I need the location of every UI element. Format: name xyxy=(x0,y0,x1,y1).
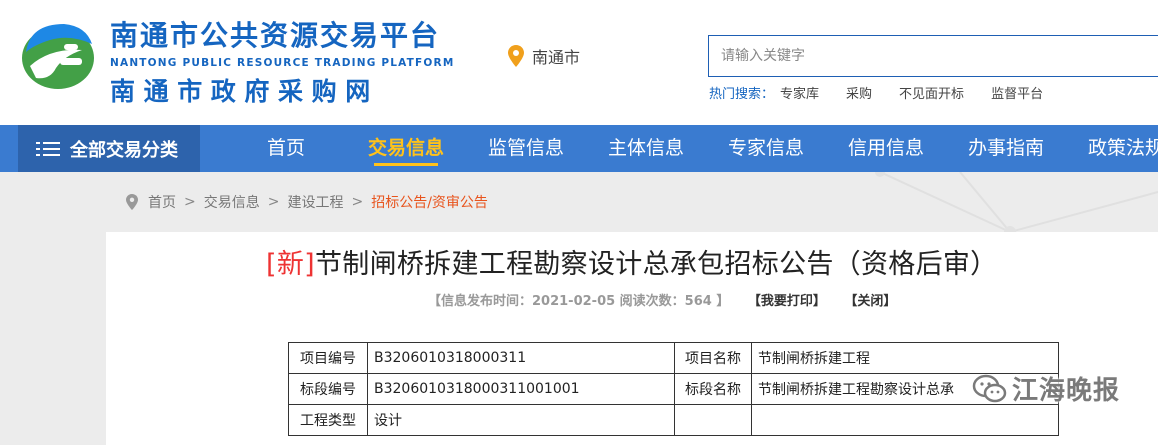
hot-search-item[interactable]: 采购 xyxy=(846,83,872,102)
hot-search-label: 热门搜索： xyxy=(709,87,775,102)
publish-info: 【信息发布时间：2021-02-05 阅读次数：564 】 xyxy=(428,294,730,309)
article-meta: 【信息发布时间：2021-02-05 阅读次数：564 】 【我要打印】 【关闭… xyxy=(428,290,896,309)
table-cell-label: 标段编号 xyxy=(288,373,368,405)
nav-item-trading-info[interactable]: 交易信息 xyxy=(346,125,466,172)
location-pin-icon xyxy=(508,45,524,67)
table-row: 项目编号 B3206010318000311 项目名称 节制闸桥拆建工程 xyxy=(288,342,1059,374)
logo-text[interactable]: 南通市公共资源交易平台 NANTONG PUBLIC RESOURCE TRAD… xyxy=(110,14,454,108)
logo-mark-icon[interactable] xyxy=(20,18,96,90)
search-input[interactable] xyxy=(709,36,1158,76)
nav-item-home[interactable]: 首页 xyxy=(226,125,346,172)
breadcrumb-trading-info[interactable]: 交易信息 xyxy=(204,192,260,212)
hot-search-item[interactable]: 监督平台 xyxy=(991,83,1043,102)
watermark-text: 江海晚报 xyxy=(1012,376,1121,406)
nav-item-policy[interactable]: 政策法规 xyxy=(1066,125,1158,172)
table-cell-value: B3206010318000311001001 xyxy=(367,373,675,405)
table-cell-label: 项目编号 xyxy=(288,342,368,374)
wechat-icon xyxy=(972,374,1007,402)
logo-title: 南通市公共资源交易平台 xyxy=(110,19,441,52)
breadcrumb-construction[interactable]: 建设工程 xyxy=(287,192,343,212)
hot-search-item[interactable]: 不见面开标 xyxy=(899,83,964,102)
hot-search: 热门搜索： 专家库 采购 不见面开标 监督平台 xyxy=(709,83,1070,102)
table-cell-value: 设计 xyxy=(367,404,675,436)
table-cell-label xyxy=(674,404,752,436)
nav-item-expert-info[interactable]: 专家信息 xyxy=(706,125,826,172)
site-header: 南通市公共资源交易平台 NANTONG PUBLIC RESOURCE TRAD… xyxy=(0,0,1158,125)
table-cell-label: 标段名称 xyxy=(674,373,752,405)
breadcrumb-separator: > xyxy=(351,194,364,210)
all-categories-label: 全部交易分类 xyxy=(70,139,178,161)
table-row: 工程类型 设计 xyxy=(288,404,1059,436)
nav-item-supervision-info[interactable]: 监管信息 xyxy=(466,125,586,172)
table-cell-value xyxy=(751,404,1059,436)
nav-item-credit-info[interactable]: 信用信息 xyxy=(826,125,946,172)
article-card: [新]节制闸桥拆建工程勘察设计总承包招标公告（资格后审） 【信息发布时间：202… xyxy=(106,232,1158,445)
logo-english-title: NANTONG PUBLIC RESOURCE TRADING PLATFORM xyxy=(110,57,455,69)
breadcrumb-home[interactable]: 首页 xyxy=(148,192,176,212)
watermark: 江海晚报 xyxy=(972,370,1120,407)
location-label: 南通市 xyxy=(532,48,581,67)
table-cell-value: 节制闸桥拆建工程 xyxy=(751,342,1059,374)
menu-list-icon xyxy=(36,140,60,158)
breadcrumb-separator: > xyxy=(184,194,196,210)
article-title: [新]节制闸桥拆建工程勘察设计总承包招标公告（资格后审） xyxy=(266,242,997,281)
project-info-table: 项目编号 B3206010318000311 项目名称 节制闸桥拆建工程 标段编… xyxy=(288,342,1059,436)
all-categories-button[interactable]: 全部交易分类 xyxy=(18,125,200,172)
location-selector[interactable]: 南通市 xyxy=(508,44,580,68)
table-cell-label: 项目名称 xyxy=(674,342,752,374)
search-box xyxy=(708,35,1158,77)
table-row: 标段编号 B3206010318000311001001 标段名称 节制闸桥拆建… xyxy=(288,373,1059,405)
breadcrumb-current: 招标公告/资审公告 xyxy=(371,195,488,211)
hot-search-item[interactable]: 专家库 xyxy=(780,83,819,102)
breadcrumb-pin-icon xyxy=(126,194,138,210)
table-cell-value: B3206010318000311 xyxy=(367,342,675,374)
logo-subtitle: 南通市政府采购网 xyxy=(110,77,379,106)
article-title-text: 节制闸桥拆建工程勘察设计总承包招标公告（资格后审） xyxy=(314,249,998,280)
nav-item-entity-info[interactable]: 主体信息 xyxy=(586,125,706,172)
nav-item-guide[interactable]: 办事指南 xyxy=(946,125,1066,172)
breadcrumb: 首页 > 交易信息 > 建设工程 > 招标公告/资审公告 xyxy=(126,192,488,212)
breadcrumb-separator: > xyxy=(267,194,280,210)
print-button[interactable]: 【我要打印】 xyxy=(748,294,826,309)
main-nav: 全部交易分类 首页 交易信息 监管信息 主体信息 专家信息 信用信息 办事指南 … xyxy=(0,125,1158,172)
nav-items: 首页 交易信息 监管信息 主体信息 专家信息 信用信息 办事指南 政策法规 xyxy=(226,125,1158,172)
table-cell-label: 工程类型 xyxy=(288,404,368,436)
new-tag: [新] xyxy=(266,249,315,280)
close-button[interactable]: 【关闭】 xyxy=(844,294,896,309)
